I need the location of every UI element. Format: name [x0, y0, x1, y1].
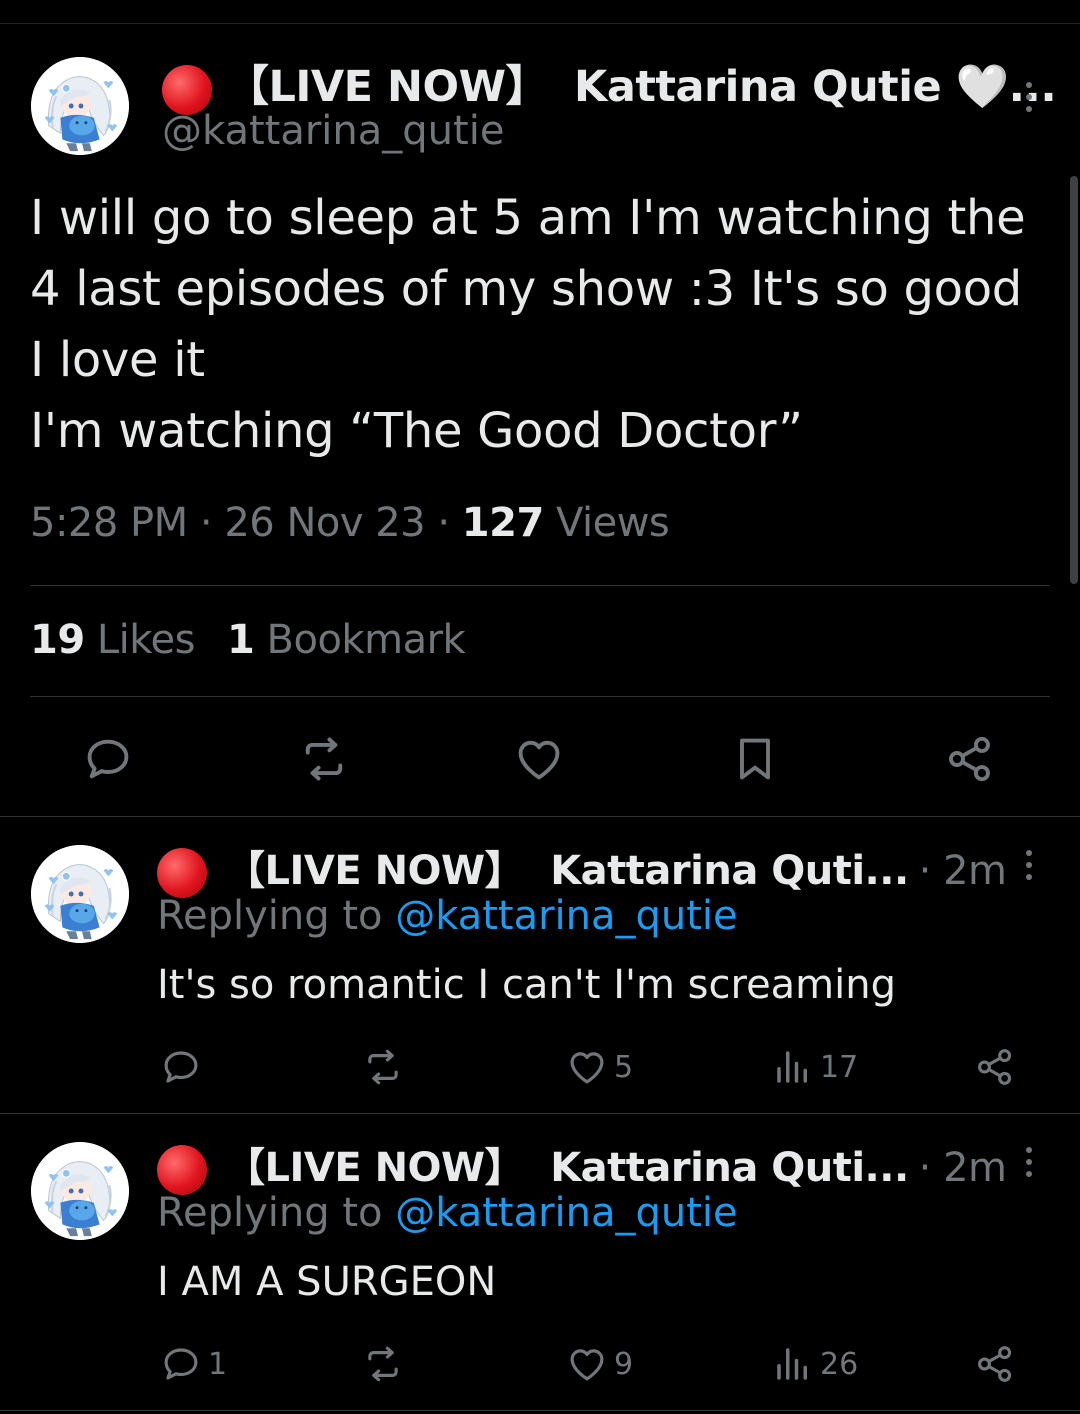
retweet-button[interactable] [362, 1343, 410, 1385]
replying-to: Replying to @kattarina_qutie [157, 893, 738, 939]
reply-text: I AM A SURGEON [157, 1259, 497, 1305]
view-count: 26 [820, 1346, 859, 1382]
display-name: Kattarina Qutie 🤍... [574, 62, 1057, 112]
more-options-icon[interactable] [1026, 1147, 1032, 1183]
divider [30, 696, 1050, 697]
retweet-icon [298, 733, 350, 785]
avatar-image [31, 57, 129, 155]
avatar[interactable] [31, 57, 129, 155]
replying-label: Replying to [157, 1190, 383, 1236]
share-button[interactable] [974, 1046, 1016, 1088]
reply-text: It's so romantic I can't I'm screaming [157, 962, 897, 1008]
like-icon [566, 1046, 608, 1088]
like-count: 9 [614, 1346, 634, 1382]
reply-count: 1 [208, 1346, 228, 1382]
bookmarks-stat[interactable]: 1 Bookmark [226, 617, 466, 663]
likes-stat[interactable]: 19 Likes [30, 617, 195, 663]
like-button[interactable]: 5 [566, 1046, 633, 1088]
likes-label: Likes [96, 617, 196, 663]
retweet-button[interactable] [362, 1046, 410, 1088]
like-button[interactable]: 9 [566, 1343, 633, 1385]
likes-count: 19 [30, 617, 85, 663]
share-button[interactable] [974, 1343, 1016, 1385]
tweet-text-line: I'm watching “The Good Doctor” [30, 403, 803, 459]
views-label[interactable]: Views [556, 500, 670, 546]
retweet-icon [362, 1343, 404, 1385]
share-icon [974, 1046, 1016, 1088]
reply-icon [82, 733, 134, 785]
retweet-icon [362, 1046, 404, 1088]
more-options-icon[interactable] [1026, 850, 1032, 886]
bookmarks-label: Bookmark [266, 617, 466, 663]
views-button[interactable]: 17 [772, 1046, 858, 1088]
divider [0, 1410, 1080, 1411]
divider [0, 1113, 1080, 1114]
reply-time[interactable]: · 2m [919, 848, 1007, 894]
reply-button[interactable] [82, 733, 134, 785]
retweet-button[interactable] [298, 733, 350, 785]
replying-label: Replying to [157, 893, 383, 939]
author-name[interactable]: 【LIVE NOW】 Kattarina Qutie 🤍... [162, 52, 1057, 115]
avatar-image [31, 845, 129, 943]
reply-button[interactable] [160, 1046, 208, 1088]
tweet-date[interactable]: 26 Nov 23 [224, 500, 425, 546]
author-handle[interactable]: @kattarina_qutie [162, 108, 504, 154]
views-count[interactable]: 127 [462, 500, 545, 546]
view-count: 17 [820, 1049, 859, 1085]
like-icon [513, 733, 565, 785]
bookmarks-count: 1 [226, 617, 255, 663]
author-name[interactable]: 【LIVE NOW】 Kattarina Quti... · 2m [157, 1135, 1007, 1195]
like-button[interactable] [513, 733, 565, 785]
mention-link[interactable]: @kattarina_qutie [395, 1190, 737, 1236]
tweet-time[interactable]: 5:28 PM [30, 500, 188, 546]
like-count: 5 [614, 1049, 634, 1085]
divider [0, 816, 1080, 817]
bookmark-button[interactable] [729, 733, 781, 785]
reply-button[interactable]: 1 [160, 1343, 227, 1385]
mention-link[interactable]: @kattarina_qutie [395, 893, 737, 939]
tweet-meta: 5:28 PM · 26 Nov 23 · 127 Views [30, 500, 670, 546]
avatar[interactable] [31, 845, 129, 943]
replying-to: Replying to @kattarina_qutie [157, 1190, 738, 1236]
views-icon [772, 1046, 814, 1088]
more-options-icon[interactable] [1026, 82, 1032, 118]
live-dot-icon [162, 64, 212, 115]
author-name[interactable]: 【LIVE NOW】 Kattarina Quti... · 2m [157, 838, 1007, 898]
live-dot-icon [157, 1145, 207, 1195]
avatar[interactable] [31, 1142, 129, 1240]
live-prefix: 【LIVE NOW】 [226, 62, 549, 112]
reply-time[interactable]: · 2m [919, 1145, 1007, 1191]
display-name: Kattarina Quti... [550, 1145, 909, 1191]
live-dot-icon [157, 848, 207, 898]
live-prefix: 【LIVE NOW】 [225, 1145, 525, 1191]
views-button[interactable]: 26 [772, 1343, 858, 1385]
engagement-stats: 19 Likes 1 Bookmark [30, 617, 466, 663]
display-name: Kattarina Quti... [550, 848, 909, 894]
views-icon [772, 1343, 814, 1385]
scrollbar[interactable] [1070, 176, 1078, 584]
reply-icon [160, 1343, 202, 1385]
live-prefix: 【LIVE NOW】 [225, 848, 525, 894]
divider [30, 585, 1050, 586]
tweet-text-line: I will go to sleep at 5 am I'm watching … [30, 190, 1026, 388]
share-icon [944, 733, 996, 785]
like-icon [566, 1343, 608, 1385]
reply-icon [160, 1046, 202, 1088]
bookmark-icon [729, 733, 781, 785]
tweet-text: I will go to sleep at 5 am I'm watching … [30, 183, 1040, 467]
share-icon [974, 1343, 1016, 1385]
top-divider [0, 23, 1080, 24]
share-button[interactable] [944, 733, 996, 785]
avatar-image [31, 1142, 129, 1240]
